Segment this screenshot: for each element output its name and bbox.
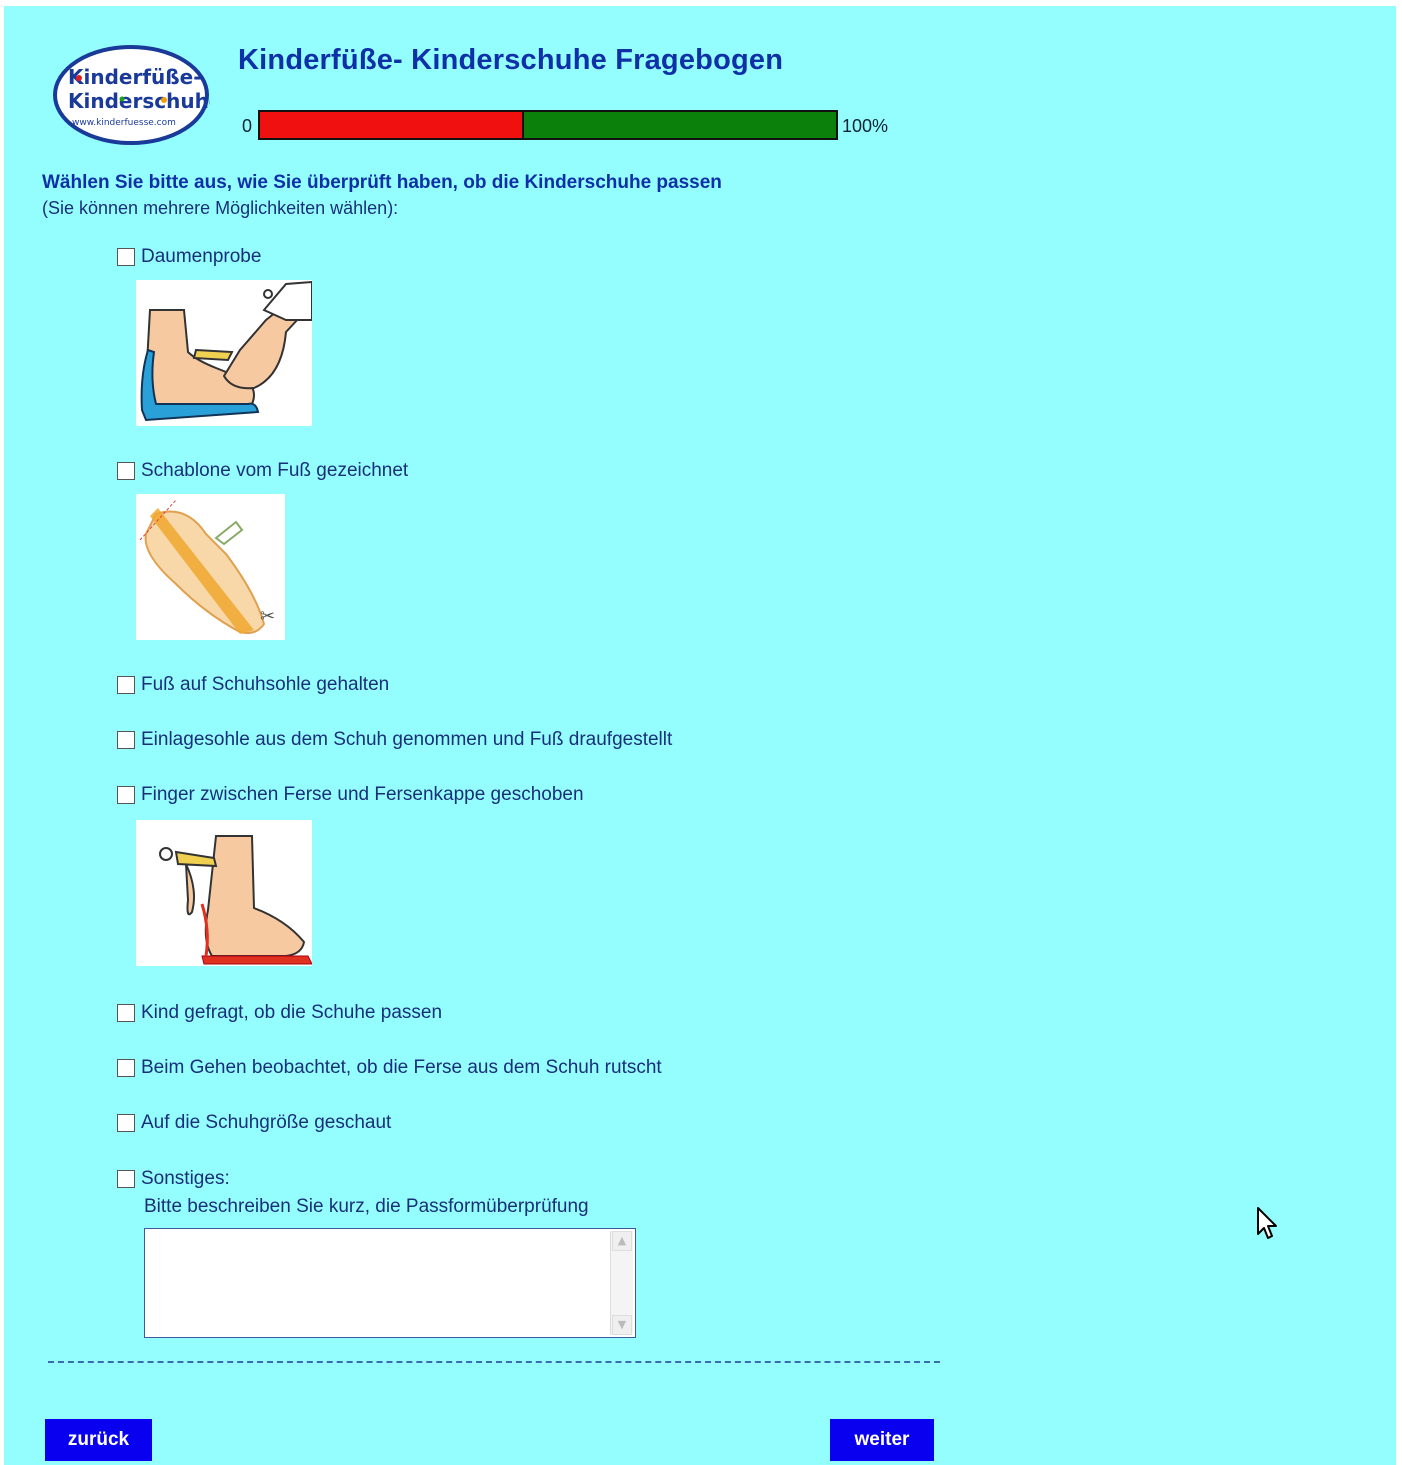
questionnaire-page: Kinderfüße- Kinderschuhe www.kinderfuess…	[4, 6, 1396, 1465]
option-label: Schablone vom Fuß gezeichnet	[141, 460, 409, 481]
progress-start-label: 0	[242, 116, 253, 136]
logo-url: www.kinderfuesse.com	[72, 118, 176, 128]
scroll-down-icon[interactable]: ▼	[612, 1315, 632, 1335]
option-kind-gefragt[interactable]: Kind gefragt, ob die Schuhe passen	[117, 1002, 442, 1024]
checkbox[interactable]	[117, 1170, 135, 1188]
option-label: Sonstiges:	[141, 1168, 230, 1189]
back-button[interactable]: zurück	[45, 1419, 152, 1461]
page-title: Kinderfüße- Kinderschuhe Fragebogen	[238, 44, 784, 76]
other-describe-label: Bitte beschreiben Sie kurz, die Passform…	[144, 1196, 589, 1217]
option-schablone[interactable]: Schablone vom Fuß gezeichnet	[117, 460, 408, 482]
kinderfuesse-logo: Kinderfüße- Kinderschuhe www.kinderfuess…	[53, 45, 210, 145]
option-label: Kind gefragt, ob die Schuhe passen	[141, 1002, 443, 1023]
option-fuss-auf-sohle[interactable]: Fuß auf Schuhsohle gehalten	[117, 674, 389, 696]
option-daumenprobe[interactable]: Daumenprobe	[117, 246, 261, 268]
option-finger-ferse[interactable]: Finger zwischen Ferse und Fersenkappe ge…	[117, 784, 584, 806]
checkbox[interactable]	[117, 676, 135, 694]
logo-line1: Kinderfüße-	[68, 65, 202, 89]
progress-bar	[258, 110, 838, 140]
option-sonstiges[interactable]: Sonstiges:	[117, 1168, 230, 1190]
option-label: Auf die Schuhgröße geschaut	[141, 1112, 392, 1133]
svg-text:✂: ✂	[260, 606, 275, 627]
option-label: Daumenprobe	[141, 246, 262, 267]
textarea-scrollbar[interactable]: ▲ ▼	[610, 1231, 633, 1335]
thumb-test-illustration	[136, 280, 312, 426]
option-label: Einlagesohle aus dem Schuh genommen und …	[141, 729, 673, 750]
mouse-cursor-icon	[1257, 1207, 1277, 1239]
option-label: Beim Gehen beobachtet, ob die Ferse aus …	[141, 1057, 662, 1078]
progress-fill	[260, 112, 525, 138]
option-label: Finger zwischen Ferse und Fersenkappe ge…	[141, 784, 584, 805]
question-text: Wählen Sie bitte aus, wie Sie überprüft …	[42, 172, 722, 193]
option-schuhgroesse[interactable]: Auf die Schuhgröße geschaut	[117, 1112, 391, 1134]
checkbox[interactable]	[117, 1114, 135, 1132]
foot-template-illustration: ✂	[136, 494, 285, 640]
checkbox[interactable]	[117, 462, 135, 480]
question-hint: (Sie können mehrere Möglichkeiten wählen…	[42, 198, 399, 218]
checkbox[interactable]	[117, 248, 135, 266]
checkbox[interactable]	[117, 731, 135, 749]
option-label: Fuß auf Schuhsohle gehalten	[141, 674, 390, 695]
option-beim-gehen[interactable]: Beim Gehen beobachtet, ob die Ferse aus …	[117, 1057, 662, 1079]
scroll-up-icon[interactable]: ▲	[612, 1231, 632, 1251]
heel-finger-illustration	[136, 820, 312, 966]
logo-line2: Kinderschuhe	[68, 89, 210, 113]
section-divider	[48, 1361, 940, 1363]
checkbox[interactable]	[117, 1004, 135, 1022]
progress-end-label: 100%	[842, 116, 889, 136]
checkbox[interactable]	[117, 1059, 135, 1077]
option-einlagesohle[interactable]: Einlagesohle aus dem Schuh genommen und …	[117, 729, 672, 751]
checkbox[interactable]	[117, 786, 135, 804]
next-button[interactable]: weiter	[830, 1419, 934, 1461]
other-description-textarea[interactable]: ▲ ▼	[144, 1228, 636, 1338]
